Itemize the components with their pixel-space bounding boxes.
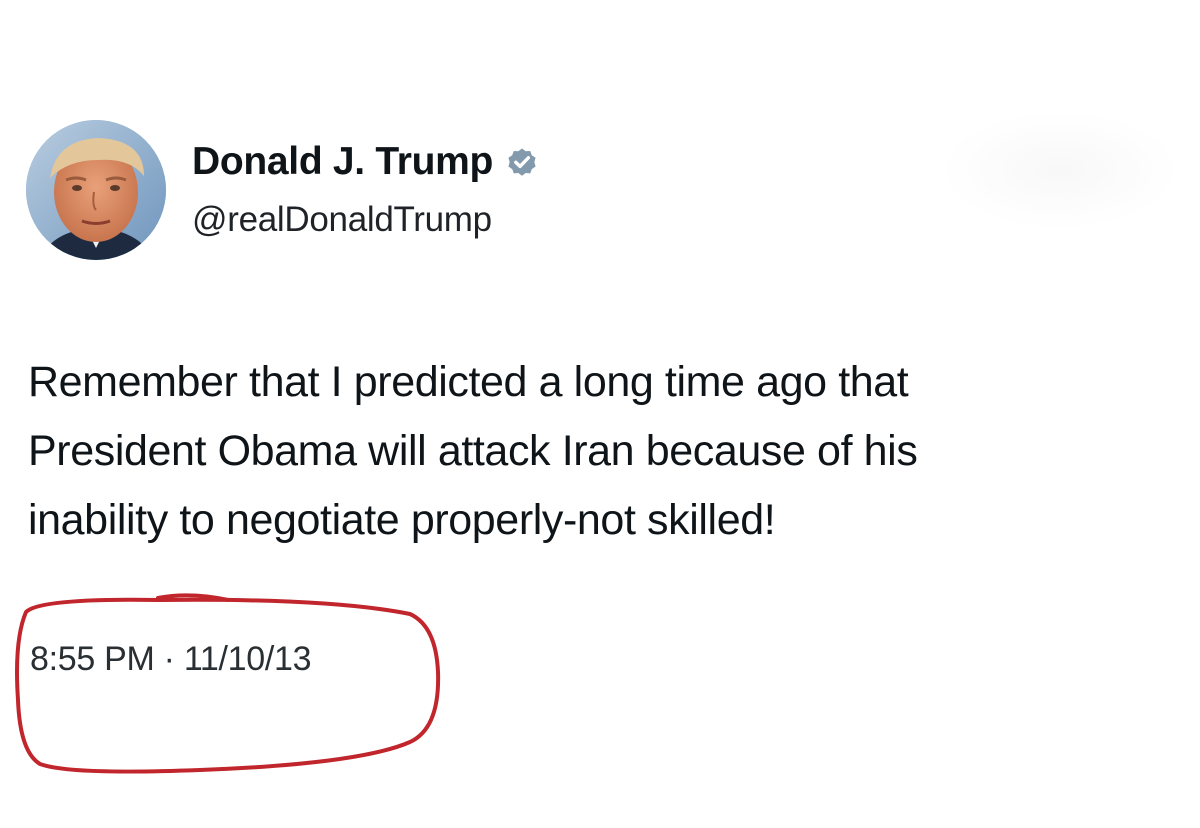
tweet-card: Donald J. Trump @realDonaldTrump Remembe… — [0, 0, 1200, 828]
tweet-text-line: Remember that I predicted a long time ag… — [28, 358, 909, 406]
verified-badge-icon — [505, 145, 539, 179]
tweet-timestamp[interactable]: 8:55 PM · 11/10/13 — [30, 640, 312, 679]
author-name-row[interactable]: Donald J. Trump — [192, 138, 539, 186]
author-display-name[interactable]: Donald J. Trump — [192, 140, 493, 184]
avatar-image — [26, 120, 166, 260]
faint-watermark — [940, 110, 1180, 230]
avatar[interactable] — [26, 120, 166, 260]
author-handle[interactable]: @realDonaldTrump — [192, 200, 492, 240]
tweet-text: Remember that I predicted a long time ag… — [28, 348, 1178, 555]
tweet-text-line: inability to negotiate properly-not skil… — [28, 496, 776, 544]
tweet-text-line: President Obama will attack Iran because… — [28, 427, 918, 475]
